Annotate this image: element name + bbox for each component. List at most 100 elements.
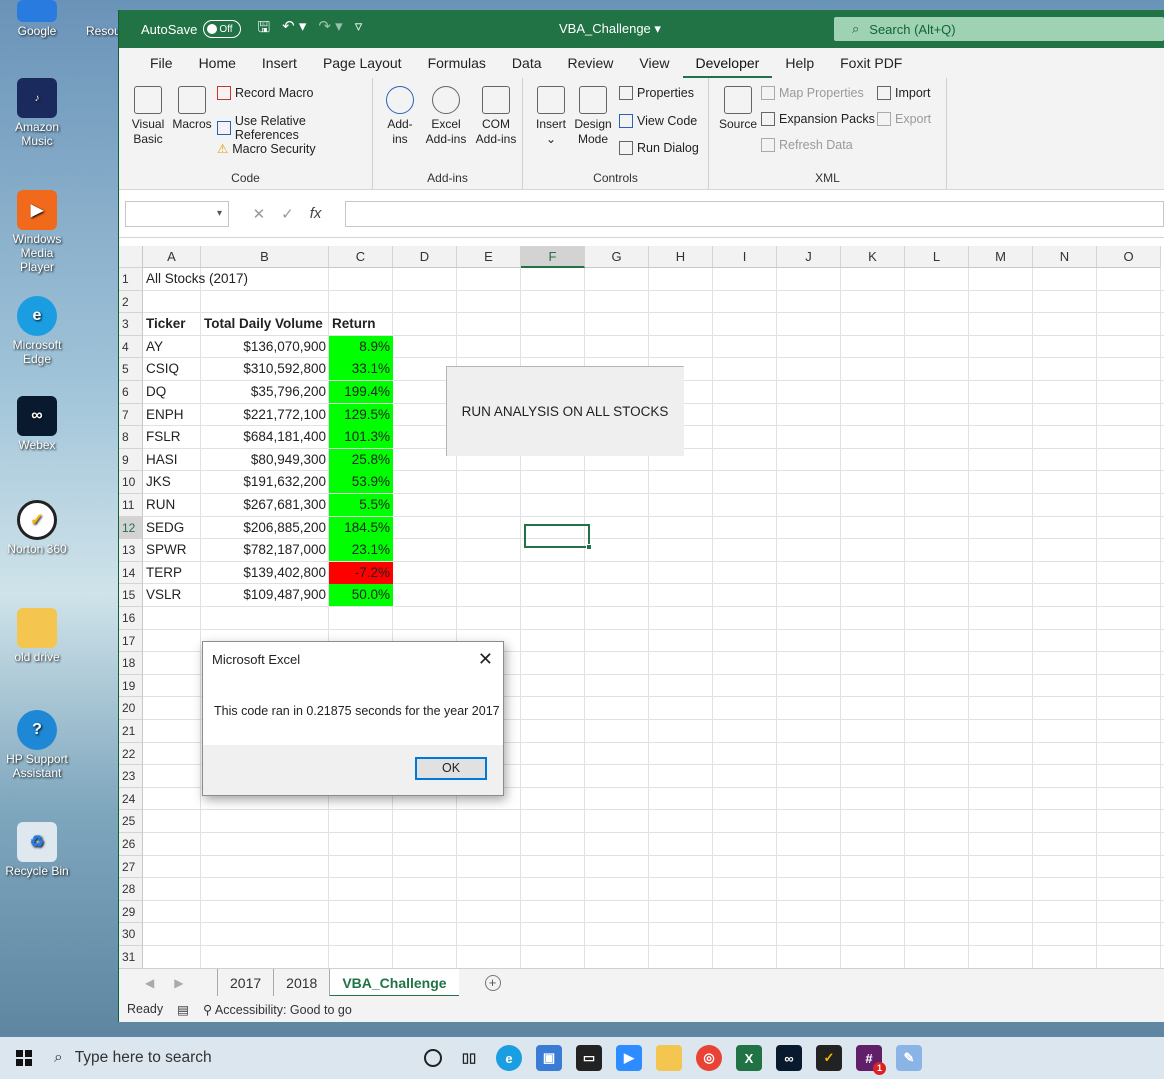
column-header-h[interactable]: H xyxy=(649,246,713,268)
row-header[interactable]: 17 xyxy=(119,629,143,653)
webex-icon[interactable]: ∞ xyxy=(776,1045,802,1071)
view-code-button[interactable]: View Code xyxy=(619,114,697,128)
column-header-n[interactable]: N xyxy=(1033,246,1097,268)
formula-input[interactable] xyxy=(345,200,1164,227)
cortana-icon[interactable] xyxy=(424,1049,442,1067)
redo-icon[interactable]: ↷ ▾ xyxy=(318,17,342,42)
row-header[interactable]: 15 xyxy=(119,584,143,607)
ok-button[interactable]: OK xyxy=(415,757,487,780)
next-sheet-icon[interactable]: ▶ xyxy=(174,976,183,990)
row-header[interactable]: 4 xyxy=(119,335,143,359)
row-header[interactable]: 27 xyxy=(119,855,143,879)
volume-cell[interactable]: $782,187,000 xyxy=(201,539,329,561)
desktop-icon-amazon-music[interactable]: ♪ Amazon Music xyxy=(4,78,70,148)
desktop-icon-media-player[interactable]: ▶ Windows Media Player xyxy=(4,190,70,274)
volume-cell[interactable]: $35,796,200 xyxy=(201,381,329,403)
column-header-c[interactable]: C xyxy=(329,246,393,268)
excel-addins-button[interactable]: Excel Add-ins xyxy=(423,86,469,147)
insert-control-button[interactable]: Insert ⌄ xyxy=(531,86,571,147)
taskbar-search[interactable]: ⌕ Type here to search xyxy=(48,1037,378,1079)
return-cell[interactable]: 53.9% xyxy=(329,471,393,494)
pen-icon[interactable]: ✎ xyxy=(896,1045,922,1071)
return-cell[interactable]: -7.2% xyxy=(329,561,393,584)
row-header[interactable]: 24 xyxy=(119,787,143,811)
column-header-l[interactable]: L xyxy=(905,246,969,268)
prev-sheet-icon[interactable]: ◀ xyxy=(145,976,154,990)
tab-file[interactable]: File xyxy=(137,48,186,78)
column-header-b[interactable]: B xyxy=(201,246,329,268)
desktop-icon-webex[interactable]: ∞ Webex xyxy=(4,396,70,452)
tab-home[interactable]: Home xyxy=(186,48,249,78)
column-header-k[interactable]: K xyxy=(841,246,905,268)
column-header-d[interactable]: D xyxy=(393,246,457,268)
return-cell[interactable]: 184.5% xyxy=(329,516,393,539)
file-explorer-icon[interactable]: ▣ xyxy=(536,1045,562,1071)
tab-formulas[interactable]: Formulas xyxy=(415,48,499,78)
return-cell[interactable]: 50.0% xyxy=(329,584,393,607)
desktop-icon-edge[interactable]: e Microsoft Edge xyxy=(4,296,70,366)
save-icon[interactable]: 🖫 xyxy=(257,17,270,42)
row-header[interactable]: 31 xyxy=(119,946,143,968)
zoom-icon[interactable]: ▶ xyxy=(616,1045,642,1071)
tab-sheet-2017[interactable]: 2017 xyxy=(217,968,273,997)
column-header-f[interactable]: F xyxy=(521,246,585,268)
row-header[interactable]: 18 xyxy=(119,652,143,675)
ticker-cell[interactable]: SEDG xyxy=(143,517,201,539)
row-header[interactable]: 8 xyxy=(119,426,143,449)
desktop-icon-google[interactable]: Google xyxy=(4,0,70,38)
row-header[interactable]: 12 xyxy=(119,516,143,540)
row-header[interactable]: 7 xyxy=(119,403,143,427)
addins-button[interactable]: Add-ins xyxy=(383,86,417,147)
export-button[interactable]: Export xyxy=(877,112,931,126)
volume-cell[interactable]: $310,592,800 xyxy=(201,358,329,380)
desktop-icon-norton[interactable]: ✓ Norton 360 xyxy=(4,500,70,556)
row-header[interactable]: 26 xyxy=(119,833,143,856)
return-cell[interactable]: 5.5% xyxy=(329,494,393,516)
macro-security-button[interactable]: ⚠ Macro Security xyxy=(217,141,316,157)
column-header-i[interactable]: I xyxy=(713,246,777,268)
return-cell[interactable]: 8.9% xyxy=(329,335,393,358)
design-mode-button[interactable]: Design Mode xyxy=(571,86,615,147)
header-ticker-cell[interactable]: Ticker xyxy=(143,313,201,335)
map-properties-button[interactable]: Map Properties xyxy=(761,86,864,100)
volume-cell[interactable]: $136,070,900 xyxy=(201,336,329,358)
confirm-icon[interactable]: ✓ xyxy=(281,205,294,223)
row-header[interactable]: 22 xyxy=(119,742,143,766)
run-dialog-button[interactable]: Run Dialog xyxy=(619,141,699,155)
excel-icon[interactable]: X xyxy=(736,1045,762,1071)
tab-sheet-vba-challenge[interactable]: VBA_Challenge xyxy=(329,968,459,997)
row-header[interactable]: 3 xyxy=(119,313,143,336)
row-header[interactable]: 25 xyxy=(119,810,143,833)
row-header[interactable]: 19 xyxy=(119,674,143,698)
sheet-title-cell[interactable]: All Stocks (2017) xyxy=(143,268,363,290)
row-header[interactable]: 30 xyxy=(119,923,143,946)
com-addins-button[interactable]: COM Add-ins xyxy=(473,86,519,147)
volume-cell[interactable]: $267,681,300 xyxy=(201,494,329,516)
expansion-packs-button[interactable]: Expansion Packs xyxy=(761,112,875,126)
return-cell[interactable]: 199.4% xyxy=(329,381,393,403)
record-macro-button[interactable]: Record Macro xyxy=(217,86,314,100)
autosave-toggle[interactable]: Off xyxy=(203,20,242,38)
volume-cell[interactable]: $139,402,800 xyxy=(201,562,329,584)
search-box[interactable]: ⌕ Search (Alt+Q) xyxy=(834,17,1164,41)
return-cell[interactable]: 23.1% xyxy=(329,539,393,562)
add-sheet-icon[interactable]: + xyxy=(484,974,501,991)
macro-recording-icon[interactable]: ▤ xyxy=(177,1002,189,1017)
volume-cell[interactable]: $206,885,200 xyxy=(201,517,329,539)
function-icon[interactable]: fx xyxy=(310,205,322,223)
active-cell-selection[interactable] xyxy=(524,524,592,550)
row-header[interactable]: 13 xyxy=(119,539,143,562)
volume-cell[interactable]: $109,487,900 xyxy=(201,584,329,606)
ticker-cell[interactable]: DQ xyxy=(143,381,201,403)
tab-view[interactable]: View xyxy=(626,48,682,78)
row-header[interactable]: 11 xyxy=(119,494,143,517)
ticker-cell[interactable]: JKS xyxy=(143,471,201,493)
ticker-cell[interactable]: TERP xyxy=(143,562,201,584)
tab-data[interactable]: Data xyxy=(499,48,555,78)
desktop-icon-recycle-bin[interactable]: ♻ Recycle Bin xyxy=(4,822,70,878)
accessibility-status[interactable]: ⚲ Accessibility: Good to go xyxy=(203,1002,352,1017)
row-header[interactable]: 20 xyxy=(119,697,143,720)
row-header[interactable]: 28 xyxy=(119,878,143,901)
start-button[interactable] xyxy=(0,1050,48,1066)
tab-developer[interactable]: Developer xyxy=(682,48,773,78)
